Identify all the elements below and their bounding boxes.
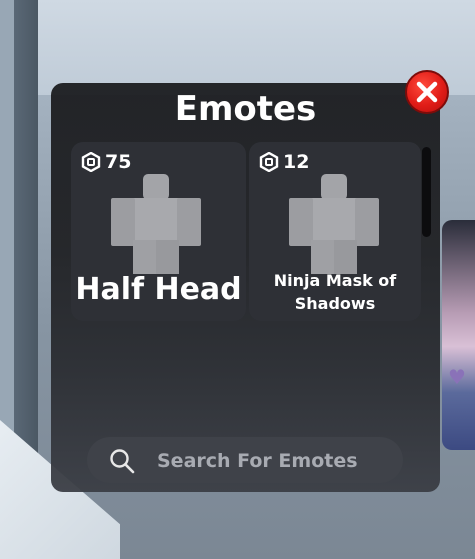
emote-name: Ninja Mask of Shadows [273, 271, 397, 313]
emote-card[interactable]: 12 Ninja Mask of Shadows [249, 142, 421, 321]
search-input[interactable] [155, 437, 389, 485]
emote-name: Half Head [75, 272, 242, 307]
price-value: 75 [105, 151, 132, 173]
close-icon [416, 81, 438, 103]
robux-icon [81, 152, 101, 172]
scrollbar[interactable] [422, 147, 431, 237]
avatar-preview [111, 174, 201, 274]
heart-icon: ♥ [448, 365, 466, 389]
price-tag: 12 [259, 151, 309, 173]
avatar-preview [289, 174, 379, 274]
search-bar[interactable] [87, 437, 403, 485]
background-character [442, 220, 475, 450]
price-tag: 75 [81, 151, 131, 173]
emote-card[interactable]: 75 Half Head [71, 142, 246, 321]
search-icon [110, 449, 135, 474]
close-button[interactable] [405, 70, 449, 114]
background-sky [0, 0, 475, 95]
robux-icon [259, 152, 279, 172]
panel-title: Emotes [174, 89, 317, 129]
price-value: 12 [283, 151, 310, 173]
